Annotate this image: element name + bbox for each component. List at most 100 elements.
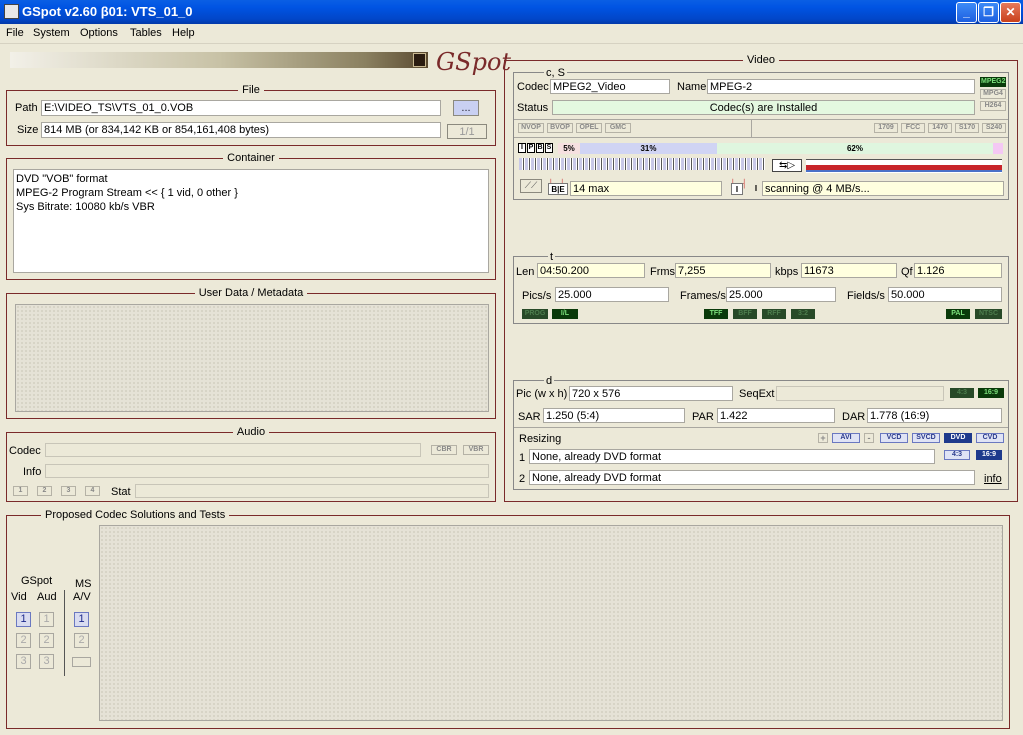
title-bar: GSpot v2.60 β01: VTS_01_0 _ ❐ ✕ <box>0 0 1023 24</box>
len-label: Len <box>516 266 535 278</box>
resize-avi-button[interactable]: AVI <box>832 433 860 443</box>
maximize-button[interactable]: ❐ <box>978 2 999 23</box>
resize-2-label: 2 <box>519 473 526 485</box>
dar-field: 1.778 (16:9) <box>867 408 1002 423</box>
qf-label: Qf <box>901 266 913 278</box>
vid-label: Vid <box>11 591 27 603</box>
ms-label: MS <box>75 578 92 590</box>
audio-track-4[interactable]: 4 <box>85 486 100 496</box>
gop-field: 14 max <box>570 181 722 196</box>
container-group-title: Container <box>223 152 279 164</box>
status-label: Status <box>517 102 549 114</box>
ii-icon: I <box>731 183 743 195</box>
ms-test-blank[interactable] <box>72 657 91 667</box>
seqext-label: SeqExt <box>739 388 775 400</box>
ms-test-1[interactable]: 1 <box>74 612 89 627</box>
frms-label: Frms <box>650 266 676 278</box>
pulldown-badge: 3:2 <box>791 309 815 319</box>
sar-field: 1.250 (5:4) <box>543 408 685 423</box>
vid-test-1[interactable]: 1 <box>16 612 31 627</box>
audio-codec-label: Codec <box>9 445 41 457</box>
menu-help[interactable]: Help <box>172 27 195 39</box>
vid-test-2[interactable]: 2 <box>16 633 31 648</box>
audio-info-label: Info <box>23 466 42 478</box>
audio-info-field <box>45 464 489 478</box>
len-field: 04:50.200 <box>537 263 645 278</box>
kbps-field: 11673 <box>801 263 897 278</box>
name-field: MPEG-2 <box>707 79 975 94</box>
interlaced-badge: I/L <box>552 309 578 319</box>
name-label: Name <box>677 81 707 93</box>
cbr-indicator: CBR <box>431 445 457 455</box>
fields-label: Fields/s <box>847 290 885 302</box>
vid-test-3[interactable]: 3 <box>16 654 31 669</box>
resize-dvd-button[interactable]: DVD <box>944 433 972 443</box>
activity-indicator <box>413 53 426 67</box>
dimension-subgroup: d Pic (w x h) 720 x 576 SeqExt 4:3 16:9 … <box>513 374 1009 490</box>
resize-ar-4-3-badge: 4:3 <box>944 450 970 460</box>
tff-badge: TFF <box>704 309 728 319</box>
menu-file[interactable]: File <box>6 27 24 39</box>
resize-plus-button[interactable]: + <box>818 433 828 443</box>
resize-cvd-button[interactable]: CVD <box>976 433 1004 443</box>
column-divider <box>64 590 65 676</box>
menu-tables[interactable]: Tables <box>130 27 162 39</box>
aud-test-1[interactable]: 1 <box>39 612 54 627</box>
b-frame-pct: 62% <box>717 143 993 154</box>
frametype-b: B <box>536 143 544 153</box>
audio-stat-field <box>135 484 489 498</box>
codec-field: MPEG2_Video <box>550 79 670 94</box>
resize-svcd-button[interactable]: SVCD <box>912 433 940 443</box>
proposed-group-title: Proposed Codec Solutions and Tests <box>41 509 230 521</box>
minimize-button[interactable]: _ <box>956 2 977 23</box>
container-line: Sys Bitrate: 10080 kb/s VBR <box>16 201 155 213</box>
path-label: Path <box>15 102 38 114</box>
be-label: B|E <box>548 183 568 195</box>
cs-title: c, S <box>544 66 567 80</box>
resize-1-field: None, already DVD format <box>529 449 935 464</box>
qf-field: 1.126 <box>914 263 1002 278</box>
path-field[interactable]: E:\VIDEO_TS\VTS_01_0.VOB <box>41 100 441 116</box>
app-icon[interactable] <box>4 4 19 19</box>
scan-field: scanning @ 4 MB/s... <box>762 181 1004 196</box>
prog-badge: PROG <box>522 309 548 319</box>
frames-field: 25.000 <box>726 287 836 302</box>
gop-arrow-icon: ⇆▷ <box>772 159 802 172</box>
sar-label: SAR <box>518 411 541 423</box>
info-link[interactable]: info <box>984 472 1002 486</box>
audio-group-title: Audio <box>232 426 270 438</box>
s-frame-pct <box>993 143 1003 154</box>
menu-system[interactable]: System <box>33 27 70 39</box>
fmt-h264-badge: H264 <box>980 101 1006 111</box>
flag-bvop: BVOP <box>547 123 573 133</box>
aud-test-2[interactable]: 2 <box>39 633 54 648</box>
size-label: Size <box>17 124 39 136</box>
resize-1-label: 1 <box>519 452 526 464</box>
timing-subgroup: t Len 04:50.200 Frms 7,255 kbps 11673 Qf… <box>513 250 1009 324</box>
resize-vcd-button[interactable]: VCD <box>880 433 908 443</box>
flag-gmc: GMC <box>605 123 631 133</box>
close-button[interactable]: ✕ <box>1000 2 1021 23</box>
proposed-area <box>99 525 1003 721</box>
page-indicator[interactable]: 1/1 <box>447 124 487 139</box>
pic-label: Pic (w x h) <box>516 388 568 400</box>
fmt-mpg4-badge: MPG4 <box>980 89 1006 99</box>
audio-track-1[interactable]: 1 <box>13 486 28 496</box>
activity-strip <box>10 52 428 68</box>
bitrate-graph <box>806 159 1002 173</box>
scan-toggle-button[interactable]: ⟋⟋ <box>520 179 542 193</box>
ms-test-2[interactable]: 2 <box>74 633 89 648</box>
ar-16-9-badge: 16:9 <box>978 388 1004 398</box>
audio-track-3[interactable]: 3 <box>61 486 76 496</box>
d-title: d <box>544 374 555 388</box>
flag-s240: S240 <box>982 123 1006 133</box>
frametype-i: I <box>518 143 526 153</box>
aud-test-3[interactable]: 3 <box>39 654 54 669</box>
pics-label: Pics/s <box>522 290 552 302</box>
resize-minus-button[interactable]: - <box>864 433 874 443</box>
browse-button[interactable]: ... <box>453 100 479 116</box>
av-label: A/V <box>73 591 91 603</box>
audio-track-2[interactable]: 2 <box>37 486 52 496</box>
menu-options[interactable]: Options <box>80 27 118 39</box>
window-title: GSpot v2.60 β01: VTS_01_0 <box>22 4 193 19</box>
